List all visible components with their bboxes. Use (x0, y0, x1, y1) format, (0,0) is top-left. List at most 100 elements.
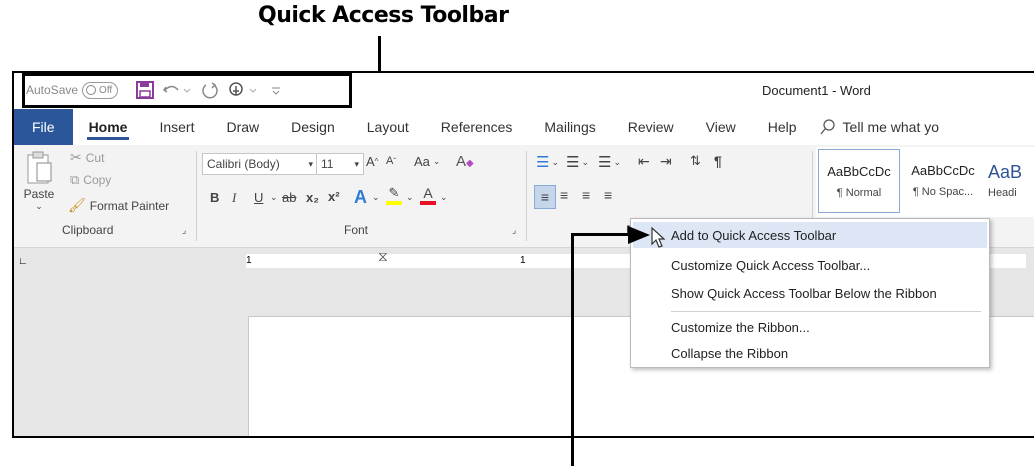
menu-customize-qat[interactable]: Customize Quick Access Toolbar... (671, 253, 870, 277)
superscript-button[interactable]: x² (328, 189, 340, 204)
qat-highlight-box (22, 73, 352, 76)
cut-button[interactable]: ✂ Cut (70, 149, 104, 166)
tab-selector[interactable]: ∟ (18, 256, 28, 267)
tell-me-text: Tell me what yo (842, 119, 940, 135)
cut-label: Cut (85, 150, 105, 165)
underline-dropdown-icon[interactable]: ⌄ (270, 192, 278, 203)
tab-design[interactable]: Design (275, 109, 351, 145)
style-normal[interactable]: AaBbCcDc ¶ Normal (818, 149, 900, 213)
italic-button[interactable]: I (232, 190, 236, 206)
tab-references[interactable]: References (425, 109, 529, 145)
qat-highlight-box-bottom (22, 105, 352, 108)
paintbrush-icon: 🖌 (68, 197, 86, 213)
scissors-icon: ✂ (70, 149, 82, 165)
tab-help[interactable]: Help (752, 109, 813, 145)
menu-separator (671, 311, 981, 312)
clear-formatting-button[interactable]: A◆ (456, 153, 474, 170)
touch-mode-button[interactable] (228, 81, 262, 99)
lightbulb-search-icon (820, 119, 835, 135)
document-title: Document1 - Word (762, 83, 871, 98)
style-normal-preview: AaBbCcDc (827, 163, 891, 179)
font-launcher-icon[interactable]: ⌟ (512, 225, 516, 236)
font-name-dropdown[interactable]: Calibri (Body) ▾ (202, 153, 318, 175)
paste-dropdown-icon[interactable]: ⌄ (35, 201, 43, 212)
menu-show-qat-below[interactable]: Show Quick Access Toolbar Below the Ribb… (671, 281, 937, 305)
decrease-indent-button[interactable]: ⇤ (638, 153, 650, 170)
font-group-label: Font (344, 223, 369, 237)
qat-highlight-box-left (22, 73, 25, 108)
autosave-control[interactable]: AutoSave Off (26, 81, 119, 99)
grow-font-button[interactable]: A ^ (366, 154, 378, 169)
multilevel-list-button[interactable]: ☰ ⌄ (598, 153, 621, 171)
tab-layout[interactable]: Layout (351, 109, 425, 145)
highlighter-icon: ✎ (388, 185, 400, 200)
justify-button[interactable]: ≡ (604, 187, 612, 203)
style-no-spacing[interactable]: AaBbCcDc ¶ No Spac... (904, 149, 982, 211)
clipboard-launcher-icon[interactable]: ⌟ (182, 225, 186, 236)
format-painter-button[interactable]: 🖌 Format Painter (68, 197, 169, 214)
tab-file[interactable]: File (14, 109, 73, 145)
indent-marker-icon[interactable]: ⧖ (378, 248, 388, 265)
style-heading[interactable]: AaB Headi (988, 149, 1034, 211)
font-color-icon: A (423, 185, 433, 201)
tab-insert[interactable]: Insert (143, 109, 210, 145)
strikethrough-button[interactable]: ab (282, 190, 296, 205)
numbering-button[interactable]: ☰ ⌄ (566, 153, 589, 171)
tab-view[interactable]: View (690, 109, 752, 145)
highlight-button[interactable]: ✎ (386, 185, 402, 205)
copy-button[interactable]: ⧉ Copy (70, 172, 111, 188)
group-divider (196, 151, 197, 241)
word-window: AutoSave Off Document1 - Word File Home … (12, 71, 1034, 438)
highlight-dropdown-icon[interactable]: ⌄ (406, 192, 414, 203)
font-color-button[interactable]: A (420, 185, 436, 205)
menu-add-to-qat[interactable]: Add to Quick Access Toolbar (671, 223, 836, 247)
customize-dropdown-icon (272, 87, 281, 95)
qat-highlight-box-right (349, 73, 352, 108)
show-hide-button[interactable]: ¶ (714, 153, 722, 169)
tab-draw[interactable]: Draw (210, 109, 275, 145)
change-case-label: Aa (414, 154, 430, 169)
touch-mode-icon (229, 82, 257, 96)
align-left-button[interactable]: ≡ (534, 185, 556, 209)
underline-button[interactable]: U (254, 190, 263, 205)
style-normal-name: ¶ Normal (836, 186, 882, 199)
increase-indent-button[interactable]: ⇥ (660, 153, 672, 170)
autosave-toggle[interactable]: Off (82, 81, 119, 99)
menu-collapse-ribbon[interactable]: Collapse the Ribbon (671, 341, 788, 365)
align-right-button[interactable]: ≡ (582, 187, 590, 203)
sort-button[interactable]: ⇅ (690, 153, 701, 169)
text-effects-button[interactable]: A (354, 187, 367, 208)
ribbon-tabs: File Home Insert Draw Design Layout Refe… (14, 109, 1034, 145)
tab-review[interactable]: Review (612, 109, 690, 145)
shrink-font-button[interactable]: Aˇ (386, 155, 396, 167)
tab-mailings[interactable]: Mailings (528, 109, 611, 145)
paste-label: Paste (23, 187, 55, 201)
ribbon-context-menu: Add to Quick Access Toolbar Customize Qu… (630, 218, 990, 368)
undo-button[interactable] (162, 81, 192, 99)
tab-home[interactable]: Home (73, 109, 144, 145)
style-no-spacing-name: ¶ No Spac... (912, 185, 974, 198)
vertical-ruler[interactable] (14, 276, 34, 436)
group-divider (526, 151, 527, 241)
align-center-button[interactable]: ≡ (560, 187, 568, 203)
redo-button[interactable] (200, 81, 220, 99)
pointer-arrowhead (628, 226, 650, 244)
pointer-line-vertical (571, 233, 574, 466)
font-size-dropdown[interactable]: 11 ▾ (316, 153, 364, 175)
paste-button[interactable]: Paste ⌄ (22, 151, 56, 212)
highlight-color-bar (386, 201, 402, 205)
font-color-dropdown-icon[interactable]: ⌄ (440, 192, 448, 203)
subscript-button[interactable]: x₂ (306, 190, 319, 205)
save-button[interactable] (136, 81, 155, 99)
customize-qat-button[interactable] (270, 81, 282, 99)
copy-icon: ⧉ (70, 172, 80, 187)
menu-customize-ribbon[interactable]: Customize the Ribbon... (671, 315, 810, 339)
style-heading-preview: AaB (988, 161, 1023, 182)
text-effects-dropdown-icon[interactable]: ⌄ (372, 192, 380, 203)
tell-me-box[interactable]: Tell me what yo (813, 109, 955, 145)
bullets-button[interactable]: ☰ ⌄ (536, 153, 559, 171)
bold-button[interactable]: B (210, 190, 219, 205)
pointer-line-horizontal (571, 233, 631, 236)
font-size-value: 11 (321, 157, 334, 171)
change-case-button[interactable]: Aa ⌄ (414, 154, 440, 169)
